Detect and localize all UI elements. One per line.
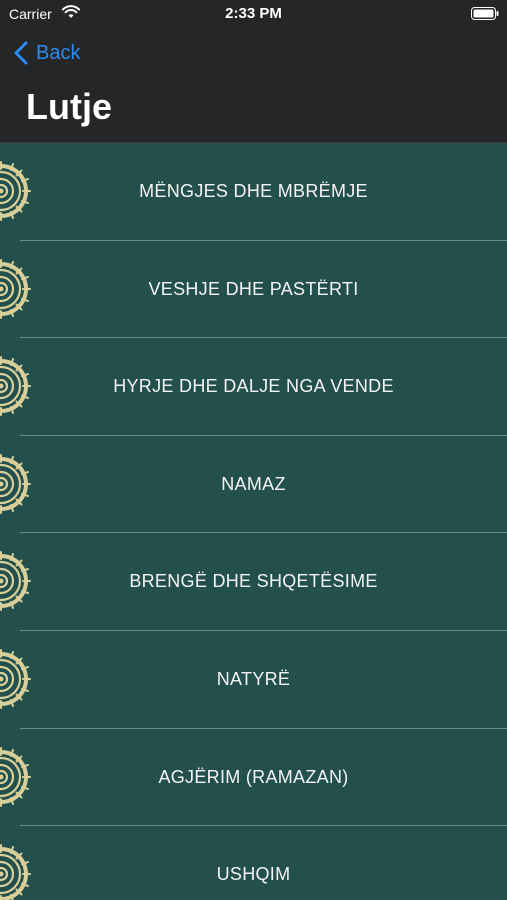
list-item-label: NAMAZ: [221, 473, 286, 494]
list-item-label: BRENGË DHE SHQETËSIME: [129, 571, 378, 592]
chevron-left-icon: [14, 41, 28, 65]
list-item-label: AGJËRIM (RAMAZAN): [158, 766, 349, 787]
status-time: 2:33 PM: [225, 5, 282, 22]
list-item[interactable]: MËNGJES DHE MBRËMJE: [0, 143, 507, 241]
prayer-category-list: MËNGJES DHE MBRËMJE VESHJE DHE PASTËRTI …: [0, 143, 507, 900]
status-bar: Carrier 2:33 PM: [0, 0, 507, 30]
list-item-label: MËNGJES DHE MBRËMJE: [139, 181, 368, 201]
list-item[interactable]: VESHJE DHE PASTËRTI: [0, 241, 507, 339]
list-item[interactable]: NATYRË: [0, 631, 507, 729]
list-item-label: VESHJE DHE PASTËRTI: [148, 278, 359, 299]
page-title: Lutje: [26, 86, 112, 127]
navigation-bar: Back Lutje: [0, 30, 507, 143]
list-item[interactable]: AGJËRIM (RAMAZAN): [0, 729, 507, 827]
list-item[interactable]: USHQIM: [0, 826, 507, 900]
back-button[interactable]: Back: [14, 38, 80, 68]
list-item-label: USHQIM: [216, 864, 291, 885]
back-label: Back: [36, 41, 81, 64]
list-item[interactable]: NAMAZ: [0, 436, 507, 534]
list-item-label: HYRJE DHE DALJE NGA VENDE: [113, 376, 394, 397]
battery-icon: [471, 7, 499, 20]
list-item[interactable]: HYRJE DHE DALJE NGA VENDE: [0, 338, 507, 436]
list-item-label: NATYRË: [216, 668, 291, 689]
list-item[interactable]: BRENGË DHE SHQETËSIME: [0, 533, 507, 631]
